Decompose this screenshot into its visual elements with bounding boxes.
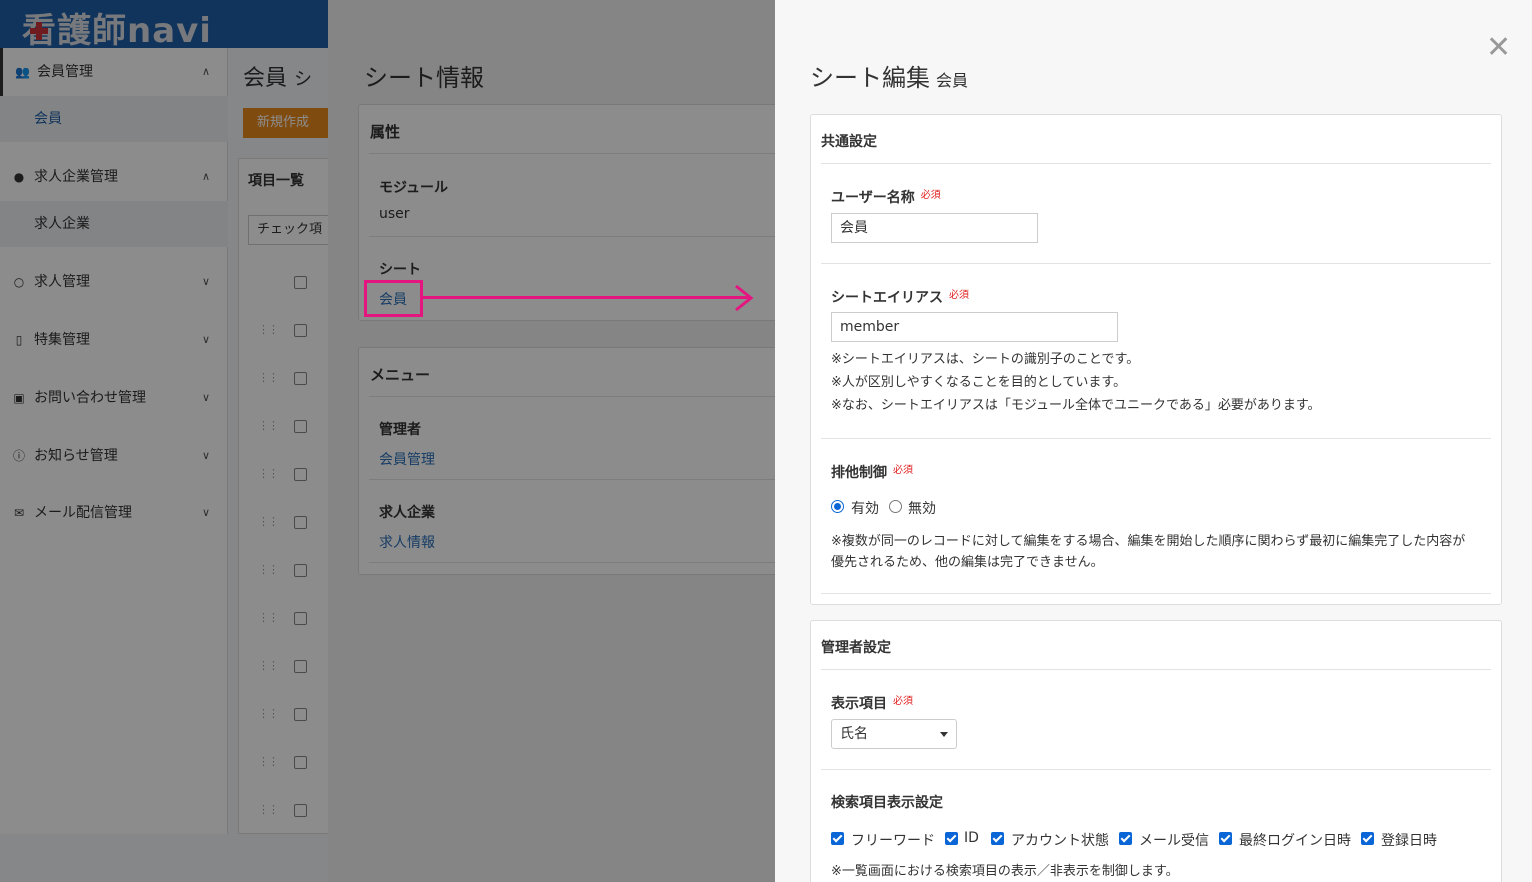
checkbox-id[interactable] <box>945 832 958 845</box>
alias-note-2: ※人が区別しやすくなることを目的としています。 <box>831 375 1127 390</box>
checkbox-freeword[interactable] <box>831 832 844 845</box>
checkbox-last-login[interactable] <box>1219 832 1232 845</box>
alias-input[interactable]: member <box>831 312 1118 342</box>
alias-label: シートエイリアス 必須 <box>831 286 969 307</box>
checkbox-label-mail-receive[interactable]: メール受信 <box>1139 830 1209 850</box>
drawer-title-text: シート編集 <box>810 64 930 92</box>
checkbox-label-id[interactable]: ID <box>964 830 979 846</box>
display-item-select[interactable]: 氏名 <box>831 719 957 749</box>
search-items-note: ※一覧画面における検索項目の表示／非表示を制御します。 <box>831 864 1179 879</box>
lock-enabled-label[interactable]: 有効 <box>851 498 879 518</box>
drawer-title: シート編集 会員 <box>810 58 968 93</box>
lock-label-text: 排他制御 <box>831 465 887 481</box>
display-item-label: 表示項目 必須 <box>831 692 913 713</box>
close-icon[interactable]: ✕ <box>1486 33 1511 63</box>
checkbox-label-freeword[interactable]: フリーワード <box>851 830 935 850</box>
caret-down-icon <box>940 732 948 737</box>
checkbox-account-status[interactable] <box>991 832 1004 845</box>
highlight-box <box>364 280 423 317</box>
username-label: ユーザー名称 必須 <box>831 186 941 207</box>
lock-note-2: 優先されるため、他の編集は完了できません。 <box>831 555 1104 570</box>
info-panel-dim <box>328 0 775 882</box>
checkbox-mail-receive[interactable] <box>1119 832 1132 845</box>
display-item-label-text: 表示項目 <box>831 696 887 712</box>
required-badge: 必須 <box>920 190 941 201</box>
annotation-arrow-line <box>423 296 751 299</box>
required-badge: 必須 <box>949 290 969 301</box>
divider <box>821 163 1491 164</box>
lock-enabled-radio[interactable] <box>831 500 844 513</box>
alias-label-text: シートエイリアス <box>831 290 943 306</box>
admin-settings-title: 管理者設定 <box>821 640 891 656</box>
alias-note-1: ※シートエイリアスは、シートの識別子のことです。 <box>831 352 1140 367</box>
divider <box>821 593 1491 594</box>
checkbox-label-last-login[interactable]: 最終ログイン日時 <box>1239 830 1351 850</box>
checkbox-label-account-status[interactable]: アカウント状態 <box>1011 830 1109 850</box>
divider <box>821 769 1491 770</box>
common-settings-title: 共通設定 <box>821 134 877 150</box>
lock-disabled-label[interactable]: 無効 <box>908 498 936 518</box>
divider <box>821 669 1491 670</box>
checkbox-registered-at[interactable] <box>1361 832 1374 845</box>
search-items-label: 検索項目表示設定 <box>831 795 943 811</box>
lock-disabled-radio[interactable] <box>889 500 902 513</box>
alias-note-3: ※なお、シートエイリアスは「モジュール全体でユニークである」必要があります。 <box>831 398 1321 413</box>
divider <box>821 263 1491 264</box>
display-item-select-value: 氏名 <box>840 726 868 742</box>
lock-note-1: ※複数が同一のレコードに対して編集をする場合、編集を開始した順序に関わらず最初に… <box>831 534 1466 549</box>
drawer-subtitle: 会員 <box>936 71 969 90</box>
checkbox-label-registered-at[interactable]: 登録日時 <box>1381 830 1437 850</box>
required-badge: 必須 <box>893 696 913 707</box>
lock-label: 排他制御 必須 <box>831 461 913 482</box>
username-label-text: ユーザー名称 <box>831 190 915 206</box>
arrow-head-icon <box>735 284 754 312</box>
divider <box>821 438 1491 439</box>
required-badge: 必須 <box>893 465 913 476</box>
username-input[interactable]: 会員 <box>831 213 1038 243</box>
